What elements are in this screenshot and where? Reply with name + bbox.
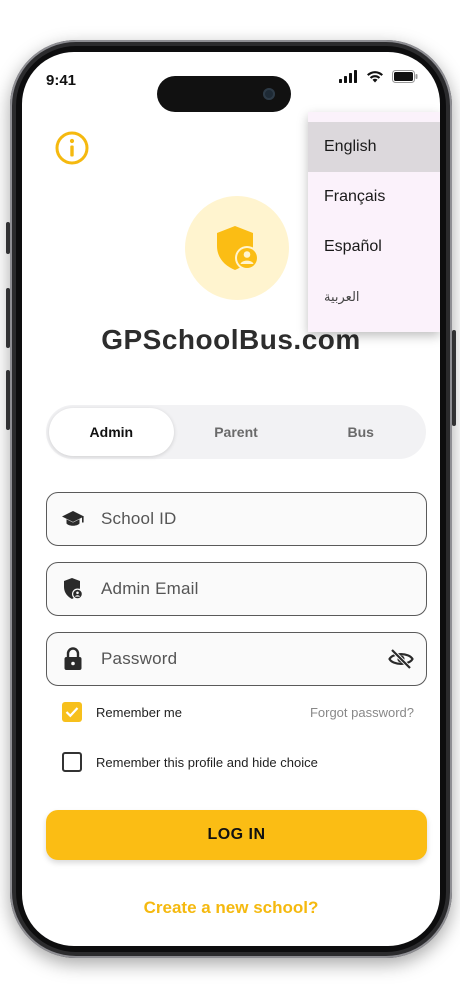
checkmark-icon (65, 707, 79, 718)
app-logo (185, 196, 289, 300)
signal-icon (339, 70, 357, 83)
password-field[interactable]: Password (46, 632, 427, 686)
language-menu: English Français Español العربية (308, 112, 440, 332)
graduation-cap-icon (61, 507, 85, 531)
language-option-french[interactable]: Français (308, 172, 440, 222)
login-button[interactable]: LOG IN (46, 810, 427, 860)
remember-profile-checkbox[interactable] (62, 752, 82, 772)
remember-profile-row[interactable]: Remember this profile and hide choice (62, 752, 318, 772)
info-icon[interactable] (54, 130, 90, 166)
battery-icon (392, 70, 418, 83)
camera-icon (263, 88, 275, 100)
tab-parent[interactable]: Parent (174, 408, 299, 456)
status-icons (339, 70, 418, 83)
language-option-arabic[interactable]: العربية (308, 272, 440, 322)
menu-padding (308, 112, 440, 122)
lock-icon (61, 647, 85, 671)
remember-me-row[interactable]: Remember me (62, 702, 182, 722)
wifi-icon (367, 71, 383, 83)
dynamic-island (157, 76, 291, 112)
tab-bus[interactable]: Bus (298, 408, 423, 456)
shield-user-icon (61, 577, 85, 601)
school-id-placeholder: School ID (101, 509, 177, 528)
admin-email-placeholder: Admin Email (101, 579, 199, 598)
admin-email-field[interactable]: Admin Email (46, 562, 427, 616)
create-school-link[interactable]: Create a new school? (22, 898, 440, 918)
forgot-password-link[interactable]: Forgot password? (310, 705, 414, 720)
role-tabs: Admin Parent Bus (46, 405, 426, 459)
status-time: 9:41 (46, 72, 77, 89)
password-placeholder: Password (101, 649, 178, 668)
power-button (452, 330, 456, 426)
remember-me-checkbox[interactable] (62, 702, 82, 722)
remember-profile-label: Remember this profile and hide choice (96, 754, 318, 770)
language-option-spanish[interactable]: Español (308, 222, 440, 272)
app-screen: 9:41 GPSchoolBus.com Admin Parent Bus Sc… (22, 52, 440, 946)
remember-me-label: Remember me (96, 704, 182, 720)
language-option-english[interactable]: English (308, 122, 440, 172)
eye-off-icon[interactable] (388, 648, 414, 670)
tab-admin[interactable]: Admin (49, 408, 174, 456)
shield-user-icon (217, 226, 259, 270)
school-id-field[interactable]: School ID (46, 492, 427, 546)
